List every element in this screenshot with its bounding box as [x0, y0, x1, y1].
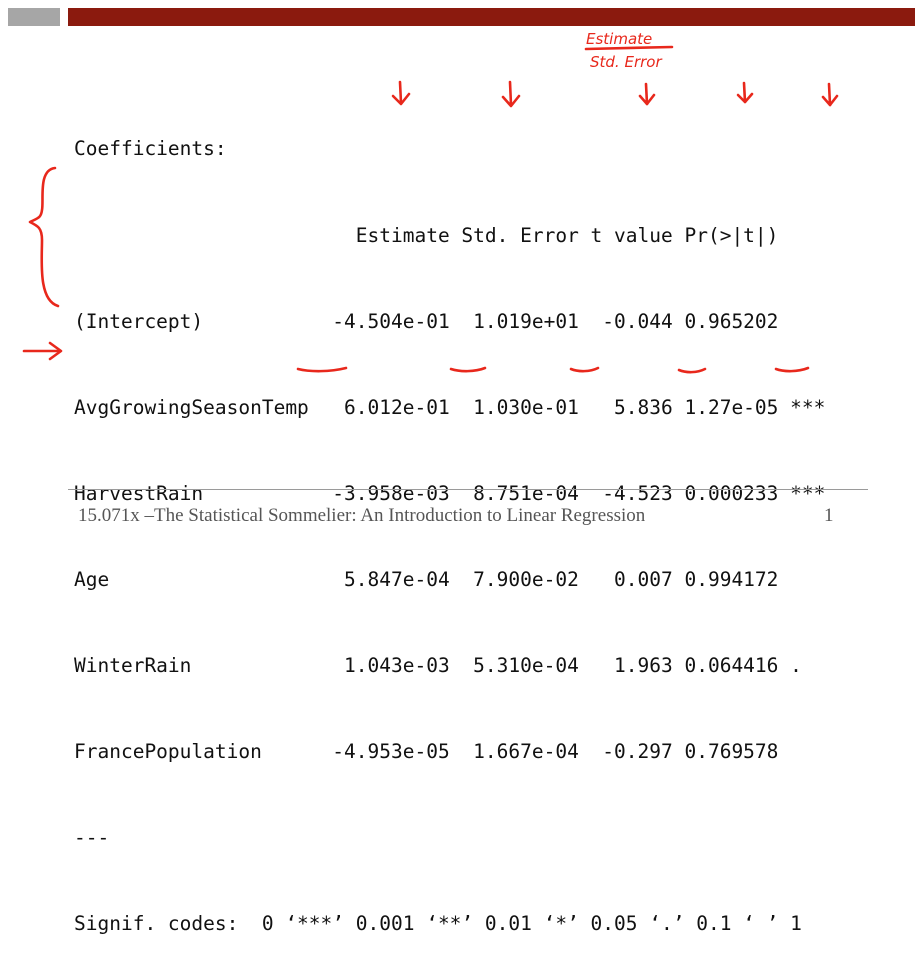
coefficients-label: Coefficients:: [74, 137, 227, 161]
header-gray-block: [8, 8, 60, 26]
column-header-text: Estimate Std. Error t value Pr(>|t|): [74, 223, 779, 247]
page-number: 1: [824, 505, 834, 526]
header-brand-bar: [68, 8, 915, 26]
footer-title: 15.071x –The Statistical Sommelier: An I…: [78, 505, 646, 526]
arrow-right-icon: [22, 341, 63, 361]
signif-codes-line: Signif. codes: 0 ‘***’ 0.001 ‘**’ 0.01 ‘…: [74, 912, 802, 936]
footer-divider: [68, 489, 868, 490]
annotation-estimate: Estimate: [586, 30, 653, 48]
table-row: FrancePopulation -4.953e-05 1.667e-04 -0…: [74, 740, 779, 764]
table-row: (Intercept) -4.504e-01 1.019e+01 -0.044 …: [74, 309, 779, 333]
column-header-row: Estimate Std. Error t value Pr(>|t|): [74, 222, 825, 251]
table-row: Age 5.847e-04 7.900e-02 0.007 0.994172: [74, 567, 779, 591]
table-row: AvgGrowingSeasonTemp 6.012e-01 1.030e-01…: [74, 395, 826, 419]
separator-line: ---: [74, 826, 110, 850]
brace-icon: [28, 166, 60, 308]
table-row: WinterRain 1.043e-03 5.310e-04 1.963 0.0…: [74, 653, 802, 677]
annotation-stderr: Std. Error: [590, 53, 662, 71]
